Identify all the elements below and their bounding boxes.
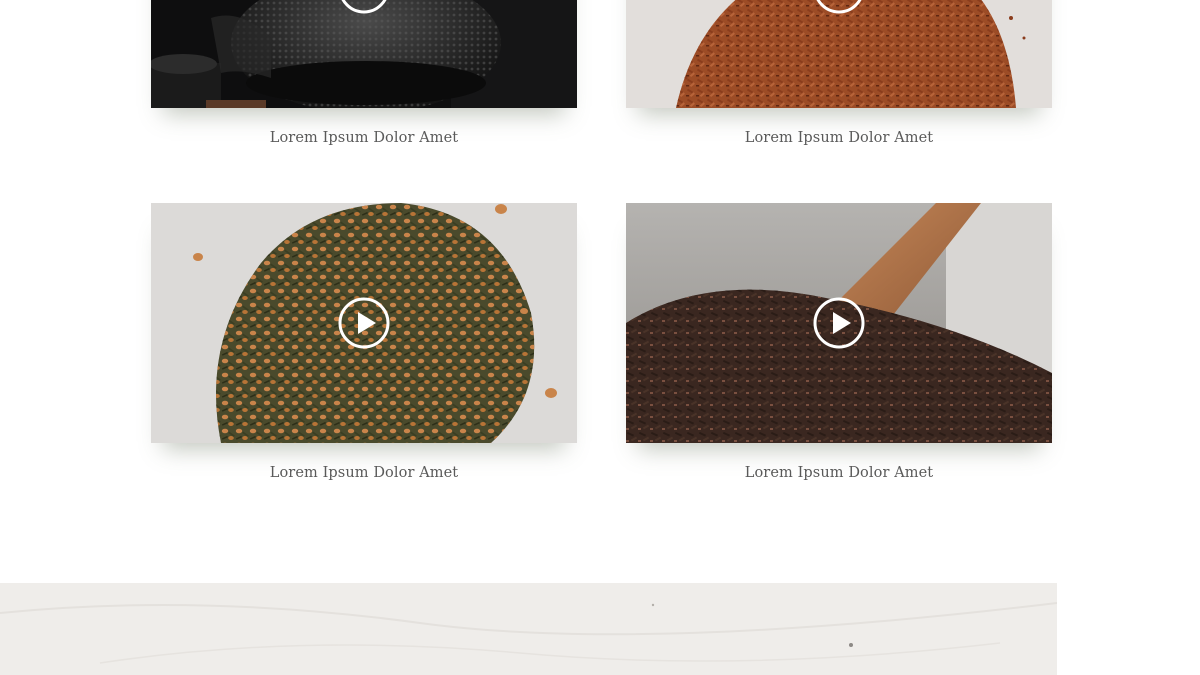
video-card[interactable]: Lorem Ipsum Dolor Amet [151, 0, 577, 146]
video-caption: Lorem Ipsum Dolor Amet [269, 130, 459, 146]
video-caption: Lorem Ipsum Dolor Amet [744, 465, 934, 481]
genmaicha-tea-thumbnail[interactable] [151, 203, 577, 443]
black-tea-scoop-thumbnail[interactable] [626, 203, 1052, 443]
video-caption: Lorem Ipsum Dolor Amet [744, 130, 934, 146]
iron-teapot-thumbnail[interactable] [151, 0, 577, 108]
video-card[interactable]: Lorem Ipsum Dolor Amet [626, 203, 1052, 481]
video-card[interactable]: Lorem Ipsum Dolor Amet [626, 0, 1052, 146]
rooibos-tea-image [626, 0, 1052, 108]
play-icon[interactable] [338, 0, 390, 14]
play-icon[interactable] [338, 297, 390, 349]
rooibos-tea-thumbnail[interactable] [626, 0, 1052, 108]
play-icon[interactable] [813, 0, 865, 14]
play-icon[interactable] [813, 297, 865, 349]
marble-background-section [0, 583, 1057, 675]
marble-texture [0, 602, 1057, 664]
video-caption: Lorem Ipsum Dolor Amet [269, 465, 459, 481]
video-gallery-page: Lorem Ipsum Dolor Amet Lorem Ipsum Dolor… [0, 0, 1200, 675]
iron-teapot-image [151, 0, 577, 108]
video-card[interactable]: Lorem Ipsum Dolor Amet [151, 203, 577, 481]
